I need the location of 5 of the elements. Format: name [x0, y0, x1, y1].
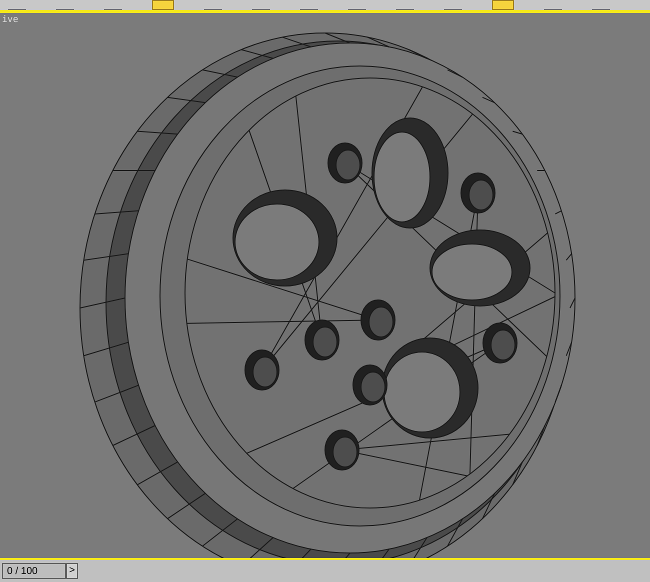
- toolbar-button[interactable]: [152, 0, 174, 10]
- time-slider-thumb[interactable]: 0 / 100: [2, 563, 66, 579]
- next-frame-button[interactable]: >: [66, 563, 78, 579]
- viewport-label: ive: [2, 14, 18, 27]
- toolbar-button[interactable]: [492, 0, 514, 10]
